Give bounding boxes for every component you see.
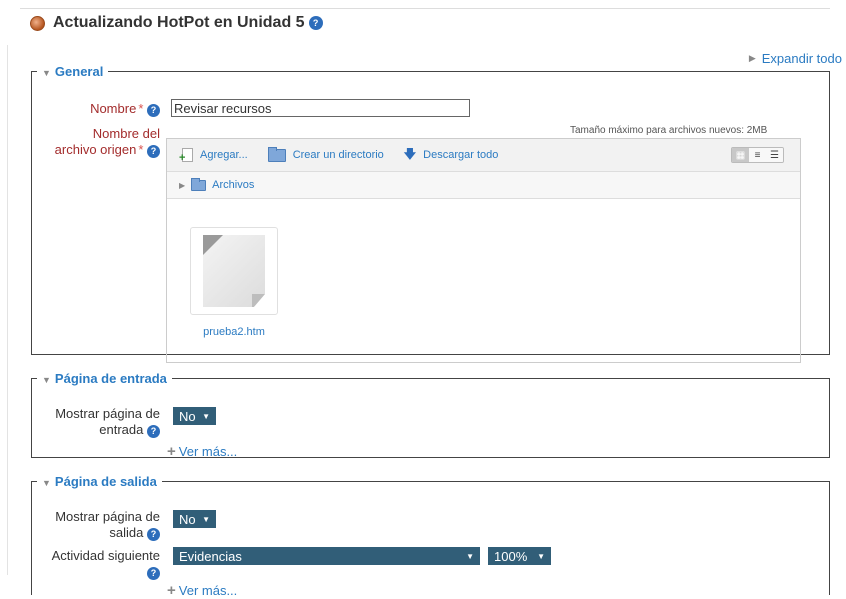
max-file-size: Tamaño máximo para archivos nuevos: 2MB (570, 125, 768, 136)
help-icon[interactable]: ? (147, 145, 160, 158)
add-file-label: Agregar... (200, 149, 248, 161)
breadcrumb: ▶ Archivos (167, 172, 800, 199)
list-view-icon[interactable]: ≡ (749, 148, 766, 162)
caret-down-icon: ▼ (202, 411, 210, 421)
help-icon[interactable]: ? (147, 567, 160, 580)
triangle-right-icon: ▶ (748, 53, 756, 63)
view-switcher: ▦ ≡ ☰ (731, 147, 784, 163)
show-exit-label: Mostrar página de salida ? (32, 509, 160, 541)
source-file-label-line1: Nombre del (92, 126, 160, 141)
help-icon[interactable]: ? (147, 425, 160, 438)
show-exit-select[interactable]: No ▼ (173, 510, 216, 528)
breadcrumb-root[interactable]: Archivos (212, 179, 254, 191)
show-entry-label: Mostrar página de entrada ? (32, 406, 160, 438)
create-folder-button[interactable]: Crear un directorio (267, 146, 384, 162)
show-exit-value: No (179, 511, 196, 527)
help-icon[interactable]: ? (147, 528, 160, 541)
document-icon (203, 235, 265, 307)
grid-view-icon[interactable]: ▦ (732, 148, 749, 162)
help-icon[interactable]: ? (308, 16, 323, 30)
show-exit-label-line2: salida (109, 525, 144, 540)
triangle-right-icon[interactable]: ▶ (179, 181, 185, 190)
file-name[interactable]: prueba2.htm (191, 326, 277, 338)
triangle-down-icon: ▼ (42, 68, 51, 78)
tree-view-icon[interactable]: ☰ (766, 148, 783, 162)
download-all-button[interactable]: 🡇 Descargar todo (404, 145, 499, 166)
add-file-icon: + (179, 148, 193, 164)
file-manager-toolbar: + Agregar... Crear un directorio 🡇 Desca… (167, 139, 800, 172)
section-general-header[interactable]: ▼ General (37, 64, 108, 79)
caret-down-icon: ▼ (202, 514, 210, 524)
hotpot-icon (30, 15, 45, 31)
show-more-link[interactable]: + Ver más... (167, 443, 237, 460)
caret-down-icon: ▼ (537, 551, 545, 561)
name-input[interactable] (171, 99, 470, 117)
triangle-down-icon: ▼ (42, 478, 51, 488)
grade-value: 100% (494, 548, 528, 564)
source-file-label: Nombre del archivo origen * ? (32, 126, 160, 158)
page-title: Actualizando HotPot en Unidad 5 (53, 14, 305, 31)
folder-icon (191, 177, 207, 191)
download-icon: 🡇 (403, 146, 417, 161)
plus-icon: + (167, 582, 176, 599)
section-entry-title: Página de entrada (54, 371, 167, 386)
help-icon[interactable]: ? (147, 104, 160, 117)
show-more-label: Ver más... (178, 583, 238, 598)
required-icon: * (138, 101, 144, 116)
create-folder-label: Crear un directorio (292, 149, 384, 161)
next-activity-label-text: Actividad siguiente (51, 548, 160, 563)
show-exit-label-line1: Mostrar página de (55, 509, 160, 524)
show-entry-label-line2: entrada (99, 422, 144, 437)
section-exit-page: ▼ Página de salida Mostrar página de sali… (31, 474, 830, 599)
show-entry-value: No (179, 408, 196, 424)
top-divider (20, 8, 830, 9)
source-file-label-line2: archivo origen (54, 142, 137, 157)
add-file-button[interactable]: + Agregar... (179, 148, 248, 164)
section-general-title: General (54, 64, 104, 79)
caret-down-icon: ▼ (466, 551, 474, 561)
show-more-label: Ver más... (178, 444, 238, 459)
section-general: ▼General Nombre* ? Nombre del archivo or… (31, 64, 830, 363)
show-entry-select[interactable]: No ▼ (173, 407, 216, 425)
next-activity-value: Evidencias (179, 548, 242, 564)
file-manager: + Agregar... Crear un directorio 🡇 Desca… (166, 138, 801, 363)
show-more-link[interactable]: + Ver más... (167, 582, 237, 599)
section-entry-header[interactable]: ▼ Página de entrada (37, 371, 172, 386)
name-label: Nombre * ? (32, 101, 160, 117)
section-exit-header[interactable]: ▼ Página de salida (37, 474, 162, 489)
next-activity-select[interactable]: Evidencias ▼ (173, 547, 480, 565)
page-header: Actualizando HotPot en Unidad 5 ? (30, 14, 323, 32)
left-divider (7, 45, 8, 575)
next-activity-label: Actividad siguiente ? (32, 548, 160, 580)
grade-select[interactable]: 100% ▼ (488, 547, 551, 565)
required-icon: * (138, 142, 144, 157)
file-thumbnail[interactable] (190, 227, 278, 315)
triangle-down-icon: ▼ (42, 375, 51, 385)
download-all-label: Descargar todo (423, 149, 499, 161)
section-entry-page: ▼ Página de entrada Mostrar página de ent… (31, 371, 830, 460)
folder-icon (267, 146, 286, 162)
name-label-text: Nombre (90, 101, 137, 116)
section-exit-title: Página de salida (54, 474, 157, 489)
show-entry-label-line1: Mostrar página de (55, 406, 160, 421)
plus-icon: + (167, 443, 176, 460)
